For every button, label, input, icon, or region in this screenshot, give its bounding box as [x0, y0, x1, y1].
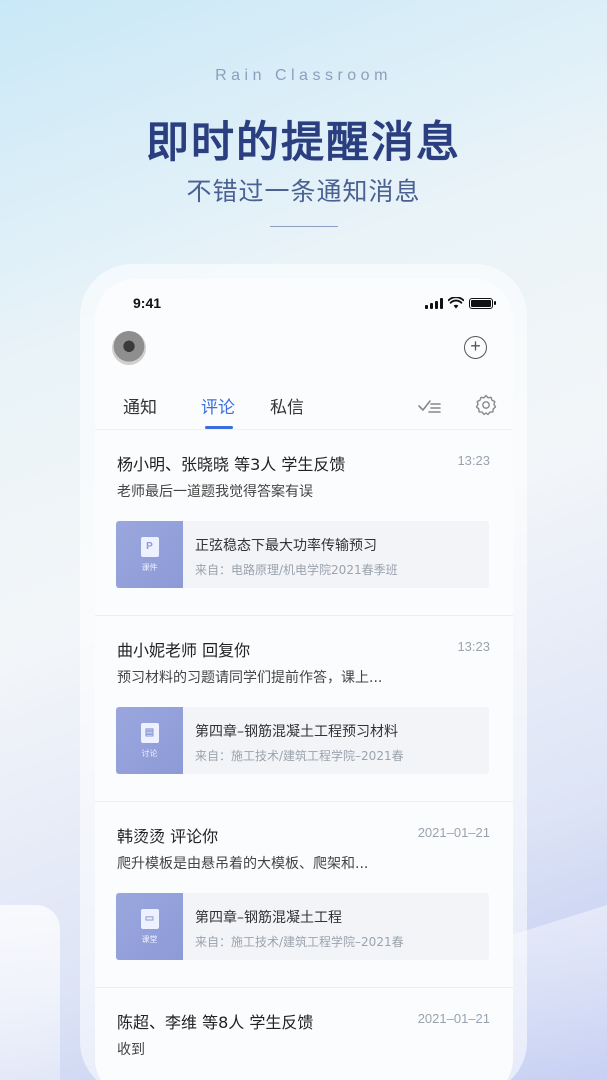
- message-title: 陈超、李维 等8人 学生反馈: [117, 1013, 314, 1032]
- thumbnail-label: 课堂: [141, 934, 158, 944]
- message-time: 13:23: [457, 453, 490, 468]
- message-time: 2021–01–21: [417, 825, 490, 840]
- card-title: 正弦稳态下最大功率传输预习: [195, 538, 377, 554]
- message-body: 老师最后一道题我觉得答案有误: [117, 484, 313, 500]
- promo-headline: 即时的提醒消息: [146, 118, 461, 168]
- message-item[interactable]: 曲小妮老师 回复你 13:23 预习材料的习题请同学们提前作答，课上... ▤ …: [95, 616, 513, 802]
- phone-screen: 9:41 + 通知 评论 私信 杨小明、张晓晓 等3人 学生反馈 13:23 老…: [95, 279, 513, 1080]
- card-thumbnail: P 课件: [116, 521, 183, 588]
- courseware-icon: P: [140, 536, 159, 557]
- message-body: 收到: [117, 1042, 145, 1058]
- thumbnail-label: 讨论: [141, 748, 158, 758]
- tab-notifications[interactable]: 通知: [123, 393, 157, 418]
- message-item[interactable]: 陈超、李维 等8人 学生反馈 2021–01–21 收到: [95, 988, 513, 1080]
- attachment-card[interactable]: P 课件 正弦稳态下最大功率传输预习 来自：电路原理/机电学院2021春季班: [116, 521, 489, 588]
- message-item[interactable]: 杨小明、张晓晓 等3人 学生反馈 13:23 老师最后一道题我觉得答案有误 P …: [95, 430, 513, 616]
- message-list: 杨小明、张晓晓 等3人 学生反馈 13:23 老师最后一道题我觉得答案有误 P …: [95, 430, 513, 1080]
- status-icons: [425, 297, 496, 309]
- card-source: 来自：施工技术/建筑工程学院–2021春: [195, 935, 404, 949]
- check-list-icon[interactable]: [417, 393, 441, 417]
- message-title: 韩烫烫 评论你: [117, 827, 219, 846]
- message-body: 预习材料的习题请同学们提前作答，课上...: [117, 670, 383, 686]
- headline-divider: [270, 226, 338, 227]
- signal-icon: [425, 297, 443, 309]
- brand-name: Rain Classroom: [215, 67, 392, 84]
- status-time: 9:41: [133, 295, 162, 311]
- battery-icon: [469, 297, 496, 309]
- card-thumbnail: ▤ 讨论: [116, 707, 183, 774]
- discussion-icon: ▤: [140, 722, 159, 743]
- status-bar: 9:41: [95, 295, 513, 317]
- message-title: 杨小明、张晓晓 等3人 学生反馈: [117, 455, 346, 474]
- card-source: 来自：施工技术/建筑工程学院–2021春: [195, 749, 404, 763]
- card-title: 第四章–钢筋混凝土工程预习材料: [195, 724, 398, 740]
- promo-subline: 不错过一条通知消息: [186, 177, 421, 206]
- message-time: 13:23: [457, 639, 490, 654]
- decorative-panel-left: [0, 905, 60, 1080]
- avatar[interactable]: [112, 331, 146, 365]
- card-source: 来自：电路原理/机电学院2021春季班: [195, 563, 398, 577]
- plus-circle-icon[interactable]: +: [464, 336, 487, 359]
- tab-bar: 通知 评论 私信: [95, 393, 513, 433]
- card-title: 第四章–钢筋混凝土工程: [195, 910, 342, 926]
- thumbnail-label: 课件: [141, 562, 158, 572]
- tab-private-messages[interactable]: 私信: [270, 393, 304, 418]
- wifi-icon: [448, 297, 464, 309]
- attachment-card[interactable]: ▭ 课堂 第四章–钢筋混凝土工程 来自：施工技术/建筑工程学院–2021春: [116, 893, 489, 960]
- card-thumbnail: ▭ 课堂: [116, 893, 183, 960]
- attachment-card[interactable]: ▤ 讨论 第四章–钢筋混凝土工程预习材料 来自：施工技术/建筑工程学院–2021…: [116, 707, 489, 774]
- gear-icon[interactable]: [474, 393, 498, 417]
- message-time: 2021–01–21: [417, 1011, 490, 1026]
- message-title: 曲小妮老师 回复你: [117, 641, 251, 660]
- message-item[interactable]: 韩烫烫 评论你 2021–01–21 爬升模板是由悬吊着的大模板、爬架和... …: [95, 802, 513, 988]
- tab-comments[interactable]: 评论: [201, 393, 235, 418]
- message-body: 爬升模板是由悬吊着的大模板、爬架和...: [117, 856, 369, 872]
- classroom-icon: ▭: [140, 908, 159, 929]
